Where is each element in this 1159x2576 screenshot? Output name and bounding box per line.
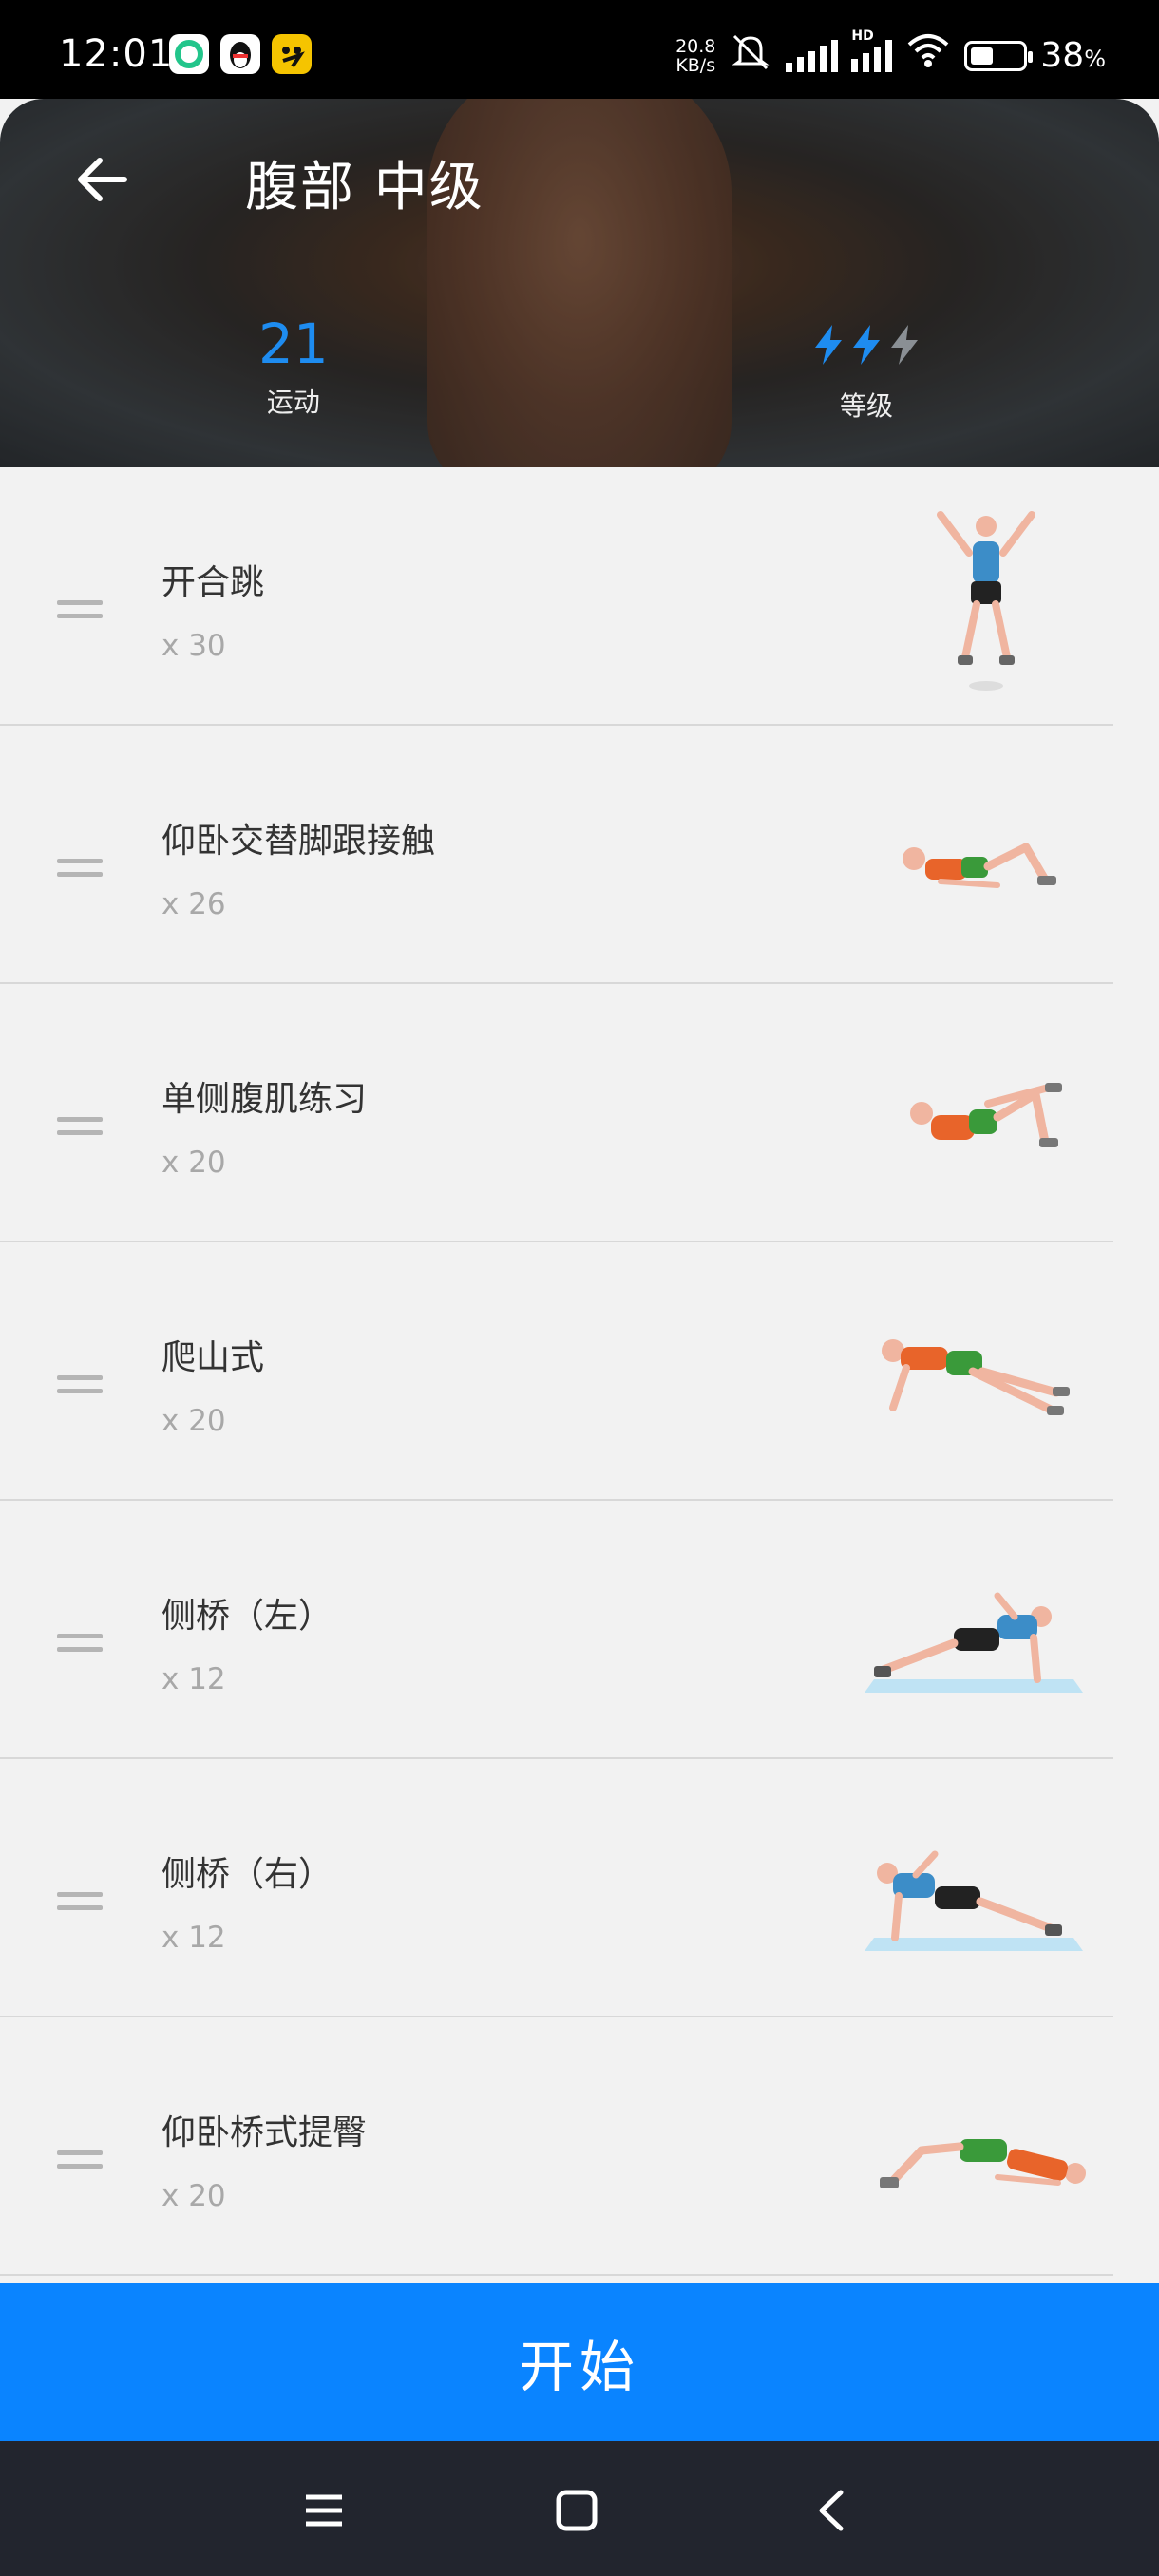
list-item[interactable]: 侧桥（左） x 12 [0, 1501, 1159, 1759]
back-chevron-icon[interactable] [798, 2477, 864, 2544]
exercise-name: 侧桥（左） [162, 1597, 333, 1636]
exercise-name: 侧桥（右） [162, 1855, 333, 1894]
drag-handle-icon[interactable] [57, 1892, 103, 1919]
level-indicator [811, 323, 922, 370]
drag-handle-icon[interactable] [57, 2150, 103, 2177]
menu-icon[interactable] [291, 2477, 357, 2544]
exercise-reps: x 20 [162, 2179, 226, 2213]
exercise-reps: x 20 [162, 1404, 226, 1438]
list-item[interactable]: 仰卧交替脚跟接触 x 26 [0, 726, 1159, 984]
status-bar: 12:01 20.8 KB/s HD 38% [0, 0, 1159, 99]
exercise-count-label: 运动 [266, 387, 320, 418]
lightning-active-icon [849, 323, 884, 370]
heel-touch-illustration [902, 843, 1056, 888]
exercise-reps: x 30 [162, 629, 226, 663]
exercise-name: 单侧腹肌练习 [162, 1080, 368, 1119]
battery-percent: 38% [1040, 36, 1106, 75]
list-item[interactable]: 侧桥（右） x 12 [0, 1759, 1159, 2017]
list-item[interactable]: 开合跳 x 30 [0, 467, 1159, 726]
signal-hd-icon: HD [851, 28, 893, 72]
exercise-reps: x 12 [162, 1921, 226, 1955]
battery-icon [964, 40, 1034, 71]
list-item[interactable]: 单侧腹肌练习 x 20 [0, 984, 1159, 1242]
exercise-count-stat: 21 运动 [258, 313, 329, 420]
back-arrow-icon[interactable] [68, 146, 135, 213]
glute-bridge-illustration [880, 2139, 1086, 2188]
lightning-active-icon [811, 323, 846, 370]
crunch-illustration [910, 1083, 1062, 1147]
drag-handle-icon[interactable] [57, 859, 103, 885]
home-square-icon[interactable] [543, 2477, 610, 2544]
mute-bell-icon [729, 32, 772, 79]
exercise-name: 仰卧交替脚跟接触 [162, 822, 436, 861]
level-label: 等级 [839, 390, 893, 422]
exercise-list: 开合跳 x 30 仰卧交替脚跟接触 x 26 单侧腹肌练习 x 20 爬山式 x… [0, 467, 1159, 2276]
exercise-reps: x 26 [162, 887, 226, 921]
exercise-count: 21 [258, 312, 329, 376]
jumping-jacks-illustration [937, 511, 1036, 691]
exercise-name: 开合跳 [162, 563, 265, 602]
mountain-climber-illustration [882, 1339, 1070, 1415]
workout-header: 腹部 中级 21 运动 等级 [0, 99, 1159, 467]
exercise-name: 爬山式 [162, 1338, 265, 1377]
drag-handle-icon[interactable] [57, 1117, 103, 1144]
exercise-reps: x 20 [162, 1146, 226, 1180]
list-item[interactable]: 仰卧桥式提臀 x 20 [0, 2017, 1159, 2276]
green-app-icon [169, 34, 209, 74]
side-plank-right-illustration [864, 1850, 1083, 1951]
level-stat: 等级 [811, 323, 922, 424]
lightning-inactive-icon [887, 323, 922, 370]
page-title: 腹部 中级 [245, 157, 484, 218]
wifi-icon [905, 33, 951, 78]
drag-handle-icon[interactable] [57, 1375, 103, 1402]
status-time: 12:01 [59, 32, 174, 76]
qq-penguin-icon [220, 34, 260, 74]
drag-handle-icon[interactable] [57, 1634, 103, 1660]
net-speed: 20.8 KB/s [675, 35, 716, 76]
signal-icon [786, 39, 839, 72]
exercise-reps: x 12 [162, 1662, 226, 1696]
side-plank-left-illustration [864, 1592, 1083, 1693]
yellow-app-icon [272, 34, 312, 74]
list-item[interactable]: 爬山式 x 20 [0, 1242, 1159, 1501]
exercise-name: 仰卧桥式提臀 [162, 2113, 368, 2152]
system-nav-bar [0, 2441, 1159, 2576]
start-button[interactable]: 开始 [0, 2283, 1159, 2441]
drag-handle-icon[interactable] [57, 600, 103, 627]
